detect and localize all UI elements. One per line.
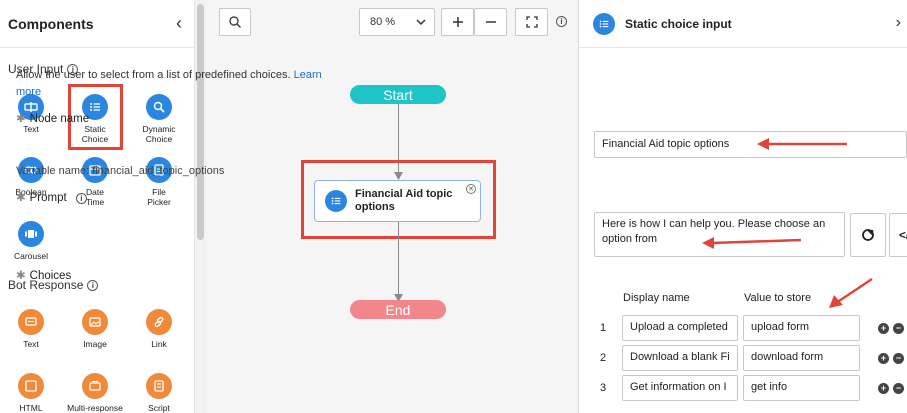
component-bot-multi-response[interactable]: Multi-response bbox=[63, 373, 127, 413]
prompt-line2: option from bbox=[602, 233, 658, 245]
link-icon bbox=[146, 309, 172, 335]
node-name-label-text: Node name bbox=[29, 113, 90, 125]
start-label: Start bbox=[383, 86, 413, 103]
plus-icon bbox=[452, 17, 463, 27]
message-icon bbox=[18, 309, 44, 335]
prompt-label: ✱ Prompt i bbox=[16, 190, 87, 204]
properties-header: Static choice input › bbox=[579, 0, 907, 48]
search-button[interactable] bbox=[219, 8, 251, 36]
code-icon: </ bbox=[898, 228, 907, 242]
description: Allow the user to select from a list of … bbox=[16, 67, 336, 101]
components-panel: Components ‹ User Input i Text Static Ch… bbox=[0, 0, 195, 413]
add-row-icon[interactable]: + bbox=[878, 353, 889, 364]
start-node[interactable]: Start bbox=[350, 85, 446, 104]
row-number: 3 bbox=[600, 382, 607, 394]
learn-more-link[interactable]: Learn bbox=[294, 69, 322, 81]
description-text: Allow the user to select from a list of … bbox=[16, 69, 291, 81]
zoom-in-button[interactable] bbox=[441, 8, 474, 36]
code-button[interactable]: </ bbox=[889, 213, 907, 257]
choice-display-field[interactable]: Download a blank Fi bbox=[622, 345, 738, 371]
chevron-right-icon[interactable]: › bbox=[896, 14, 901, 32]
html-icon bbox=[18, 373, 44, 399]
info-icon[interactable]: i bbox=[87, 279, 99, 291]
connector-line bbox=[398, 222, 399, 302]
components-scrollbar-thumb[interactable] bbox=[197, 4, 204, 240]
learn-more-link-cont[interactable]: more bbox=[16, 86, 41, 98]
prompt-field[interactable]: Here is how I can help you. Please choos… bbox=[594, 212, 845, 257]
components-title: Components bbox=[8, 15, 94, 32]
info-icon[interactable]: i bbox=[75, 193, 87, 204]
component-bot-text[interactable]: Text bbox=[5, 309, 57, 349]
fit-screen-icon bbox=[525, 16, 538, 28]
component-label: Multi-response bbox=[67, 403, 123, 413]
component-bot-link[interactable]: Link bbox=[133, 309, 185, 349]
node-name-field[interactable]: Financial Aid topic options bbox=[594, 131, 907, 158]
image-icon bbox=[82, 309, 108, 335]
add-row-icon[interactable]: + bbox=[878, 323, 889, 334]
end-label: End bbox=[385, 301, 411, 318]
row-number: 1 bbox=[600, 322, 607, 334]
minus-icon bbox=[485, 21, 496, 23]
search-icon bbox=[229, 16, 242, 29]
remove-row-icon[interactable]: − bbox=[893, 323, 904, 334]
ai-assist-button[interactable] bbox=[850, 213, 886, 257]
choice-value-field[interactable]: get info bbox=[743, 375, 860, 401]
properties-title: Static choice input bbox=[625, 16, 732, 31]
fit-screen-button[interactable] bbox=[515, 8, 548, 36]
list-icon bbox=[593, 12, 615, 35]
component-bot-html[interactable]: HTML bbox=[5, 373, 57, 413]
remove-row-icon[interactable]: − bbox=[893, 383, 904, 394]
carousel-icon bbox=[18, 221, 44, 247]
component-dynamic-choice[interactable]: Dynamic Choice bbox=[133, 94, 185, 144]
remove-row-icon[interactable]: − bbox=[893, 353, 904, 364]
row-number: 2 bbox=[600, 352, 607, 364]
choices-label: ✱ Choices bbox=[16, 270, 72, 282]
component-label: Image bbox=[83, 339, 107, 349]
zoom-out-button[interactable] bbox=[474, 8, 507, 36]
component-label: Script bbox=[148, 403, 170, 413]
component-bot-image[interactable]: Image bbox=[69, 309, 121, 349]
collapse-chevron-icon[interactable]: ‹ bbox=[176, 13, 182, 34]
sparkle-icon bbox=[862, 229, 874, 241]
component-label: File Picker bbox=[147, 187, 171, 207]
component-bot-script[interactable]: Script bbox=[133, 373, 185, 413]
choice-display-field[interactable]: Upload a completed bbox=[622, 315, 738, 341]
col-value-to-store: Value to store bbox=[744, 292, 812, 304]
chevron-down-icon bbox=[416, 18, 426, 25]
choice-value-field[interactable]: download form bbox=[743, 345, 860, 371]
end-node[interactable]: End bbox=[350, 300, 446, 319]
info-icon[interactable]: i bbox=[556, 16, 567, 27]
component-carousel[interactable]: Carousel bbox=[5, 221, 57, 261]
prompt-line1: Here is how I can help you. Please choos… bbox=[602, 218, 826, 230]
component-label: Link bbox=[151, 339, 167, 349]
choices-label-text: Choices bbox=[29, 270, 72, 282]
multi-response-icon bbox=[82, 373, 108, 399]
col-display-name: Display name bbox=[623, 292, 690, 304]
add-row-icon[interactable]: + bbox=[878, 383, 889, 394]
zoom-select[interactable]: 80 % bbox=[359, 8, 435, 36]
prompt-label-text: Prompt bbox=[29, 192, 67, 204]
component-label: Text bbox=[23, 124, 39, 134]
node-name-label: ✱ Node name bbox=[16, 113, 90, 125]
component-label: HTML bbox=[19, 403, 43, 413]
zoom-value: 80 % bbox=[370, 16, 396, 28]
component-label: Dynamic Choice bbox=[142, 124, 176, 144]
component-label: Text bbox=[23, 339, 39, 349]
script-icon bbox=[146, 373, 172, 399]
variable-name: Variable name: financial_aid_topic_optio… bbox=[16, 165, 225, 177]
components-header: Components ‹ bbox=[0, 0, 194, 48]
component-label: Carousel bbox=[13, 251, 49, 261]
choice-value-field[interactable]: upload form bbox=[743, 315, 860, 341]
choice-display-field[interactable]: Get information on I bbox=[622, 375, 738, 401]
